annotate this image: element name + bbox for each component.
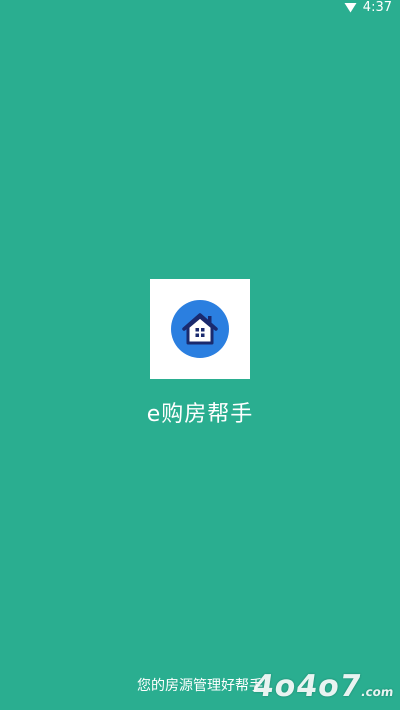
status-time: 4:37 — [362, 0, 392, 15]
splash-screen: 4:37 e购房帮手 您的房源管理好帮手 4o4o7.com — [0, 0, 400, 710]
site-watermark: 4o4o7.com — [250, 669, 396, 704]
app-name: e购房帮手 — [146, 402, 254, 427]
watermark-suffix: .com — [359, 685, 395, 699]
signal-icon — [344, 2, 357, 13]
status-bar: 4:37 — [344, 0, 392, 15]
house-icon — [171, 300, 229, 358]
watermark-main: 4o4o7 — [250, 669, 365, 704]
app-logo — [150, 279, 250, 379]
